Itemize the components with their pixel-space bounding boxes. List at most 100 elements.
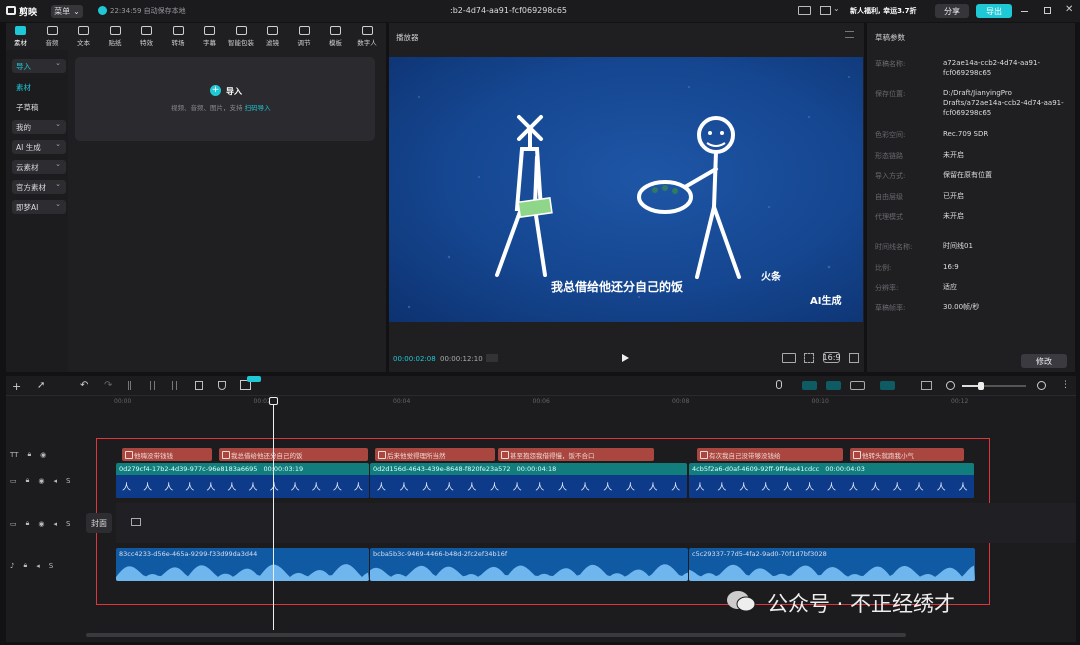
- audio-clip[interactable]: bcba5b3c-9469-4466-b48d-2fc2ef34b16f: [370, 548, 688, 581]
- maximize-icon[interactable]: [1044, 7, 1051, 14]
- thumbnail-frame: ⼈: [353, 483, 363, 493]
- select-tool-icon[interactable]: ➚: [37, 380, 45, 391]
- sidebar-item-7[interactable]: 即梦AI ⌄: [12, 200, 66, 214]
- solo-icon[interactable]: S: [66, 477, 70, 485]
- tool-transition[interactable]: 转场: [165, 23, 192, 50]
- import-plus-icon[interactable]: +: [210, 85, 221, 96]
- close-icon[interactable]: ✕: [1065, 4, 1073, 15]
- tool-avatar[interactable]: 数字人: [354, 23, 381, 50]
- scan-import-link[interactable]: 扫码导入: [245, 104, 271, 112]
- auto-snap-icon[interactable]: [826, 381, 841, 390]
- video-clip[interactable]: 0d2d156d-4643-439e-8648-f820fe23a572 00:0…: [370, 463, 687, 498]
- tool-sticker[interactable]: 贴纸: [102, 23, 129, 50]
- tool-media[interactable]: 素材: [7, 23, 34, 50]
- add-track-icon[interactable]: +: [12, 380, 21, 393]
- clip-duration: 00:00:03:19: [263, 465, 304, 473]
- eye-icon[interactable]: ◉: [38, 520, 44, 528]
- volume-icon[interactable]: ◂: [53, 520, 57, 528]
- fit-icon[interactable]: [804, 353, 814, 363]
- solo-icon[interactable]: S: [49, 562, 53, 570]
- caption-icon[interactable]: [921, 381, 932, 390]
- preview-axis-icon[interactable]: [880, 381, 895, 390]
- text-clip[interactable]: 他转头就跑我小气: [850, 448, 964, 461]
- sidebar-item-4[interactable]: AI 生成 ⌄: [12, 140, 66, 154]
- import-button[interactable]: 导入: [226, 86, 242, 97]
- layout-chevron-icon[interactable]: ⌄: [833, 4, 840, 13]
- menu-button[interactable]: 菜单 ⌄: [51, 5, 83, 18]
- import-dropzone[interactable]: + 导入 视频、音频、图片，支持 扫码导入: [75, 57, 375, 141]
- tool-subtitle[interactable]: 字幕: [196, 23, 223, 50]
- timecode-format-icon[interactable]: [486, 354, 498, 362]
- play-icon[interactable]: [622, 354, 629, 362]
- shield-icon[interactable]: [218, 381, 226, 390]
- tool-text[interactable]: 文本: [70, 23, 97, 50]
- redo-icon[interactable]: ↷: [104, 380, 112, 391]
- main-track-area[interactable]: [116, 503, 1076, 543]
- layout-icon[interactable]: [820, 6, 831, 15]
- audio-clip[interactable]: 83cc4233-d56e-465a-9299-f33d99da3d44: [116, 548, 369, 581]
- video-preview[interactable]: 我总借给他还分自己的饭 火条 AI生成: [389, 57, 863, 322]
- playhead[interactable]: [273, 400, 274, 630]
- quality-icon[interactable]: [782, 353, 796, 363]
- tool-adjust[interactable]: 调节: [291, 23, 318, 50]
- fullscreen-icon[interactable]: [849, 353, 859, 363]
- horizontal-scrollbar[interactable]: [86, 633, 906, 637]
- split-left-icon[interactable]: [150, 381, 155, 390]
- tool-effects[interactable]: 特效: [133, 23, 160, 50]
- text-clip[interactable]: 甚至抱怨我借得慢，饭不合口: [498, 448, 654, 461]
- sidebar-item-label: AI 生成: [16, 142, 41, 152]
- zoom-out-icon[interactable]: [946, 381, 955, 390]
- cover-button[interactable]: 封面: [86, 513, 112, 533]
- main-track-magnet-icon[interactable]: [802, 381, 817, 390]
- tool-filter[interactable]: 滤镜: [259, 23, 286, 50]
- text-clip[interactable]: 他嗨没带钱钱: [122, 448, 212, 461]
- audio-clip[interactable]: c5c29337-77d5-4fa2-9ad0-70f1d7bf3028: [689, 548, 975, 581]
- eye-icon[interactable]: ◉: [38, 477, 44, 485]
- lock-icon[interactable]: 🔒︎: [26, 519, 30, 528]
- modify-button[interactable]: 修改: [1021, 354, 1067, 368]
- split-right-icon[interactable]: [172, 381, 177, 390]
- ratio-button[interactable]: 16:9: [823, 352, 840, 363]
- eye-icon[interactable]: ◉: [40, 451, 46, 459]
- microphone-icon[interactable]: [776, 380, 782, 389]
- delete-icon[interactable]: [195, 381, 203, 390]
- keyboard-icon[interactable]: [798, 6, 811, 15]
- split-icon[interactable]: [128, 381, 131, 390]
- text-clip[interactable]: 有次我自己没带够没钱给: [697, 448, 843, 461]
- zoom-slider-thumb[interactable]: [978, 382, 984, 390]
- tool-audio[interactable]: 音频: [39, 23, 66, 50]
- video-clip[interactable]: 4cb5f2a6-d0af-4609-92ff-9ff4ee41cdcc 00:0…: [689, 463, 974, 498]
- sidebar-item-6[interactable]: 官方素材 ⌄: [12, 180, 66, 194]
- lock-icon[interactable]: 🔒︎: [26, 476, 30, 485]
- sidebar-item-1[interactable]: 素材: [12, 80, 66, 94]
- sidebar-item-0[interactable]: 导入 ⌄: [12, 59, 66, 73]
- zoom-in-icon[interactable]: [1037, 381, 1046, 390]
- volume-icon[interactable]: ◂: [36, 562, 40, 570]
- text-clip[interactable]: 后来他觉得理所当然: [375, 448, 495, 461]
- volume-icon[interactable]: ◂: [53, 477, 57, 485]
- tool-smart-pack[interactable]: 智能包装: [228, 23, 255, 50]
- promo-badge[interactable]: 新人福利, 幸运3.7折: [850, 6, 917, 16]
- sidebar-item-2[interactable]: 子草稿: [12, 100, 66, 114]
- player-menu-icon[interactable]: [845, 31, 854, 38]
- playhead-handle[interactable]: [269, 397, 278, 405]
- effects-icon: [141, 26, 152, 35]
- sidebar-item-3[interactable]: 我的 ⌄: [12, 120, 66, 134]
- lock-icon[interactable]: 🔒︎: [23, 561, 27, 570]
- zoom-slider[interactable]: [962, 382, 1026, 390]
- solo-icon[interactable]: S: [66, 520, 70, 528]
- timeline-more-icon[interactable]: ⋮: [1061, 380, 1070, 390]
- text-clip[interactable]: 我总借给他还分自己的饭: [219, 448, 368, 461]
- video-clip[interactable]: 0d279cf4-17b2-4d39-977c-96e8183a6695 00:0…: [116, 463, 369, 498]
- sidebar-item-5[interactable]: 云素材 ⌄: [12, 160, 66, 174]
- timeline-ruler[interactable]: 00:00 00:02 00:04 00:06 00:08 00:10 00:12: [86, 396, 1076, 410]
- undo-icon[interactable]: ↶: [80, 380, 88, 391]
- ai-badge-icon: [247, 376, 261, 382]
- share-button[interactable]: 分享: [935, 4, 969, 18]
- tool-template[interactable]: 模板: [322, 23, 349, 50]
- export-button[interactable]: 导出: [976, 4, 1012, 18]
- minimize-icon[interactable]: [1021, 11, 1028, 12]
- lock-icon[interactable]: 🔒︎: [27, 450, 31, 459]
- watermark-fire: 火条: [761, 272, 781, 283]
- linkage-icon[interactable]: [850, 381, 865, 390]
